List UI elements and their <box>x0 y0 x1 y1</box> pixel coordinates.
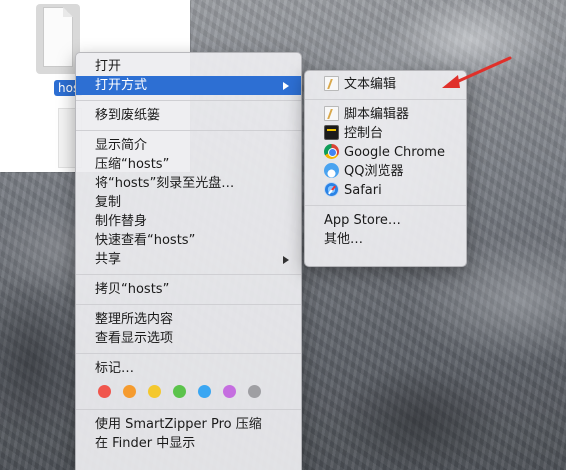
qq-browser-icon <box>324 163 339 178</box>
tag-color-dot[interactable] <box>148 384 161 398</box>
menu-item-label: 拷贝“hosts” <box>95 282 170 297</box>
menu-item-label: 整理所选内容 <box>95 312 174 327</box>
menu-item-label: 共享 <box>95 252 122 267</box>
submenu-item-label: Safari <box>344 183 382 198</box>
tag-color-dot[interactable] <box>173 384 186 398</box>
submenu-item-safari[interactable]: Safari <box>305 181 466 200</box>
menu-item-show-in-finder[interactable]: 在 Finder 中显示 <box>76 434 301 453</box>
menu-item-tags[interactable]: 标记… <box>76 359 301 378</box>
submenu-item-label: App Store… <box>324 213 401 228</box>
chevron-right-icon <box>283 82 289 90</box>
menu-separator <box>305 205 466 206</box>
menu-item-move-to-trash[interactable]: 移到废纸篓 <box>76 106 301 125</box>
menu-item-get-info[interactable]: 显示简介 <box>76 136 301 155</box>
menu-item-label: 将“hosts”刻录至光盘… <box>95 176 235 191</box>
menu-item-label: 打开方式 <box>95 78 148 93</box>
chrome-icon <box>324 144 339 159</box>
menu-item-label: 复制 <box>95 195 122 210</box>
menu-item-copy[interactable]: 拷贝“hosts” <box>76 280 301 299</box>
document-icon[interactable] <box>36 4 80 74</box>
menu-item-label: 制作替身 <box>95 214 148 229</box>
menu-separator <box>76 130 301 131</box>
menu-item-open[interactable]: 打开 <box>76 57 301 76</box>
chevron-right-icon <box>283 256 289 264</box>
tag-color-dot[interactable] <box>98 384 111 398</box>
menu-item-show-view-options[interactable]: 查看显示选项 <box>76 329 301 348</box>
menu-item-share[interactable]: 共享 <box>76 250 301 269</box>
submenu-item-console[interactable]: 控制台 <box>305 124 466 143</box>
submenu-item-label: 脚本编辑器 <box>344 107 410 122</box>
menu-separator <box>76 274 301 275</box>
context-menu: 打开 打开方式 移到废纸篓 显示简介 压缩“hosts” 将“hosts”刻录至… <box>75 52 302 470</box>
submenu-item-chrome[interactable]: Google Chrome <box>305 143 466 162</box>
menu-item-open-with[interactable]: 打开方式 <box>76 76 301 95</box>
menu-item-label: 快速查看“hosts” <box>95 233 196 248</box>
menu-separator <box>76 353 301 354</box>
submenu-item-app-store[interactable]: App Store… <box>305 211 466 230</box>
submenu-item-label: 文本编辑 <box>344 77 397 92</box>
menu-item-clean-up-selection[interactable]: 整理所选内容 <box>76 310 301 329</box>
tag-color-dot[interactable] <box>198 384 211 398</box>
menu-item-smartzipper-compress[interactable]: 使用 SmartZipper Pro 压缩 <box>76 415 301 434</box>
tag-color-dot[interactable] <box>123 384 136 398</box>
tag-color-dot[interactable] <box>248 384 261 398</box>
submenu-item-script-editor[interactable]: 脚本编辑器 <box>305 105 466 124</box>
menu-separator <box>76 100 301 101</box>
menu-separator <box>76 409 301 410</box>
menu-separator <box>76 304 301 305</box>
submenu-item-label: 其他… <box>324 232 364 247</box>
submenu-item-label: 控制台 <box>344 126 384 141</box>
menu-item-label: 显示简介 <box>95 138 148 153</box>
submenu-item-label: Google Chrome <box>344 145 445 160</box>
textedit-icon <box>324 76 339 91</box>
safari-icon <box>324 182 339 197</box>
menu-item-label: 查看显示选项 <box>95 331 174 346</box>
console-icon <box>324 125 339 140</box>
menu-item-label: 压缩“hosts” <box>95 157 170 172</box>
menu-item-label: 使用 SmartZipper Pro 压缩 <box>95 417 262 432</box>
script-editor-icon <box>324 106 339 121</box>
menu-item-quick-look[interactable]: 快速查看“hosts” <box>76 231 301 250</box>
menu-item-label: 移到废纸篓 <box>95 108 161 123</box>
submenu-item-qq-browser[interactable]: QQ浏览器 <box>305 162 466 181</box>
menu-item-make-alias[interactable]: 制作替身 <box>76 212 301 231</box>
menu-item-compress[interactable]: 压缩“hosts” <box>76 155 301 174</box>
menu-item-burn-to-disc[interactable]: 将“hosts”刻录至光盘… <box>76 174 301 193</box>
submenu-item-label: QQ浏览器 <box>344 164 404 179</box>
tag-color-row <box>76 378 301 404</box>
menu-item-label: 在 Finder 中显示 <box>95 436 196 451</box>
menu-item-label: 标记… <box>95 361 135 376</box>
menu-item-duplicate[interactable]: 复制 <box>76 193 301 212</box>
menu-item-label: 打开 <box>95 59 122 74</box>
submenu-item-other[interactable]: 其他… <box>305 230 466 249</box>
annotation-arrow-icon <box>442 56 512 88</box>
tag-color-dot[interactable] <box>223 384 236 398</box>
